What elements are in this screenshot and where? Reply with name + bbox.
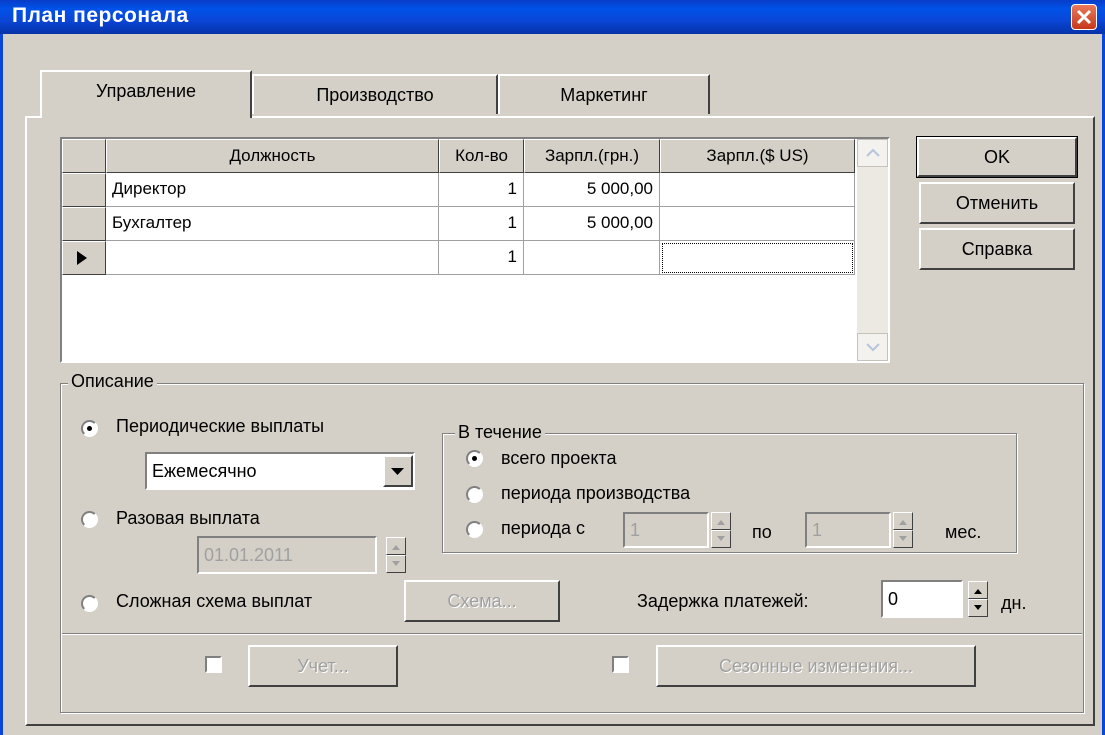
ok-button[interactable]: OK [916, 136, 1078, 178]
column-header-salary-usd[interactable]: Зарпл.($ US) [660, 139, 855, 173]
scheme-button[interactable]: Схема... [404, 580, 560, 622]
triangle-up-icon [899, 520, 907, 525]
cell-position[interactable]: Бухгалтер [106, 207, 439, 241]
tab-label: Управление [95, 81, 197, 101]
delay-value: 0 [888, 589, 899, 609]
triangle-up-icon [974, 589, 982, 594]
cell-salary-usd-focused[interactable] [660, 241, 855, 275]
tab-production[interactable]: Производство [252, 74, 498, 114]
table-scrollbar[interactable] [857, 139, 888, 361]
chevron-down-icon [866, 343, 880, 352]
cell-salary-uah[interactable]: 5 000,00 [524, 207, 660, 241]
separator [62, 633, 1082, 635]
period-to-spinner[interactable] [893, 512, 913, 548]
window-frame-left [0, 34, 3, 735]
spin-up-button[interactable] [711, 512, 731, 530]
during-legend: В течение [455, 422, 545, 443]
spin-down-button[interactable] [386, 555, 406, 573]
row-indicator-current[interactable] [62, 241, 106, 275]
triangle-up-icon [717, 520, 725, 525]
cell-salary-usd[interactable] [660, 173, 855, 207]
tab-label: Производство [316, 85, 434, 105]
complex-label: Сложная схема выплат [116, 591, 313, 611]
cancel-button[interactable]: Отменить [919, 182, 1075, 224]
cell-qty[interactable]: 1 [439, 173, 524, 207]
staff-table[interactable]: Должность Кол-во Зарпл.(грн.) Зарпл.($ U… [60, 137, 890, 363]
dropdown-arrow-icon [391, 468, 404, 475]
accounting-button[interactable]: Учет... [248, 645, 398, 687]
tab-label: Маркетинг [560, 85, 648, 105]
cell-position[interactable]: Директор [106, 173, 439, 207]
periodic-label: Периодические выплаты [116, 416, 325, 436]
delay-label: Задержка платежей: [637, 591, 809, 611]
onetime-date-value: 01.01.2011 [204, 545, 293, 565]
period-from-label: периода с [501, 518, 585, 538]
period-to-value: 1 [812, 520, 823, 540]
triangle-down-icon [717, 536, 725, 541]
tab-marketing[interactable]: Маркетинг [498, 74, 710, 114]
delay-field[interactable]: 0 [881, 580, 963, 618]
triangle-up-icon [392, 545, 400, 550]
cell-salary-uah[interactable]: 5 000,00 [524, 173, 660, 207]
table-corner [62, 139, 106, 173]
title-bar: План персонала [0, 0, 1105, 34]
period-from-value: 1 [630, 520, 641, 540]
current-row-arrow-icon [77, 251, 87, 265]
spin-down-button[interactable] [711, 530, 731, 548]
period-from-spinner[interactable] [711, 512, 731, 548]
frequency-value: Ежемесячно [152, 461, 257, 481]
help-button[interactable]: Справка [919, 228, 1075, 270]
column-header-position[interactable]: Должность [106, 139, 439, 173]
accounting-checkbox[interactable] [205, 656, 222, 673]
production-period-radio[interactable] [466, 486, 483, 503]
seasonal-button[interactable]: Сезонные изменения... [656, 645, 976, 687]
description-legend: Описание [68, 371, 157, 392]
close-button[interactable] [1071, 4, 1097, 30]
row-indicator[interactable] [62, 207, 106, 241]
triangle-down-icon [974, 605, 982, 610]
onetime-label: Разовая выплата [116, 508, 260, 528]
cell-salary-usd[interactable] [660, 207, 855, 241]
onetime-date-field[interactable]: 01.01.2011 [197, 536, 377, 574]
period-to-label: по [752, 522, 772, 542]
cell-qty[interactable]: 1 [439, 207, 524, 241]
scroll-up-button[interactable] [857, 139, 888, 167]
column-header-salary-uah[interactable]: Зарпл.(грн.) [524, 139, 660, 173]
onetime-radio[interactable] [81, 511, 98, 528]
cell-salary-uah[interactable] [524, 241, 660, 275]
tab-management[interactable]: Управление [40, 70, 252, 118]
close-icon [1076, 9, 1092, 25]
cell-qty[interactable]: 1 [439, 241, 524, 275]
seasonal-checkbox[interactable] [612, 656, 629, 673]
spin-up-button[interactable] [968, 581, 988, 599]
column-header-qty[interactable]: Кол-во [439, 139, 524, 173]
months-unit-label: мес. [945, 522, 982, 542]
row-indicator[interactable] [62, 173, 106, 207]
spin-down-button[interactable] [893, 530, 913, 548]
spin-down-button[interactable] [968, 599, 988, 617]
period-from-field[interactable]: 1 [623, 512, 709, 548]
window-title: План персонала [12, 4, 189, 27]
production-period-label: периода производства [501, 483, 691, 503]
triangle-down-icon [899, 536, 907, 541]
delay-unit-label: дн. [1001, 593, 1027, 613]
whole-project-radio[interactable] [466, 450, 483, 467]
period-to-field[interactable]: 1 [805, 512, 891, 548]
cell-position[interactable] [106, 241, 439, 275]
frequency-select[interactable]: Ежемесячно [145, 452, 415, 490]
delay-spinner[interactable] [968, 581, 988, 617]
complex-radio[interactable] [81, 595, 98, 612]
whole-project-label: всего проекта [501, 448, 617, 468]
frequency-dropdown-button[interactable] [383, 455, 413, 487]
scroll-down-button[interactable] [857, 333, 888, 361]
spin-up-button[interactable] [893, 512, 913, 530]
spin-up-button[interactable] [386, 537, 406, 555]
periodic-radio[interactable] [81, 420, 98, 437]
chevron-up-icon [866, 148, 880, 157]
period-from-radio[interactable] [466, 521, 483, 538]
triangle-down-icon [392, 561, 400, 566]
onetime-date-spinner[interactable] [386, 537, 406, 573]
